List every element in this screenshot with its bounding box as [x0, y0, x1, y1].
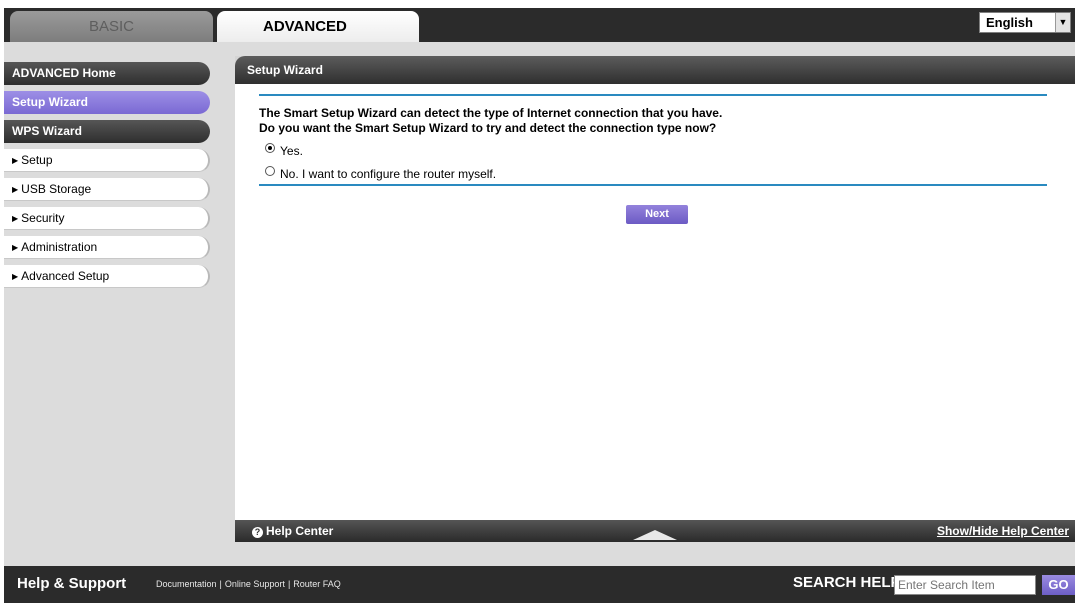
sidebar-item-security[interactable]: ▶ Security	[4, 207, 210, 230]
link-router-faq[interactable]: Router FAQ	[293, 579, 341, 589]
sidebar-item-setup-wizard[interactable]: Setup Wizard	[4, 91, 210, 114]
triangle-right-icon: ▶	[12, 156, 19, 165]
intro-line-2: Do you want the Smart Setup Wizard to tr…	[259, 121, 717, 135]
sidebar-item-wps-wizard[interactable]: WPS Wizard	[4, 120, 210, 143]
help-center-bar: ? Help Center Show/Hide Help Center	[235, 520, 1075, 542]
help-center-label: Help Center	[266, 524, 334, 538]
triangle-right-icon: ▶	[12, 272, 19, 281]
triangle-right-icon: ▶	[12, 214, 19, 223]
search-input[interactable]	[894, 575, 1036, 595]
intro-line-1: The Smart Setup Wizard can detect the ty…	[259, 106, 723, 120]
show-hide-help-link[interactable]: Show/Hide Help Center	[937, 520, 1069, 542]
language-selected: English	[986, 15, 1033, 30]
help-center-link[interactable]: ? Help Center	[252, 520, 333, 542]
sidebar-item-advanced-home[interactable]: ADVANCED Home	[4, 62, 210, 85]
option-yes[interactable]: Yes.	[265, 143, 303, 158]
footer-title: Help & Support	[17, 575, 127, 592]
link-documentation[interactable]: Documentation	[156, 579, 217, 589]
link-separator: |	[219, 579, 222, 589]
help-icon: ?	[252, 527, 263, 538]
tab-advanced[interactable]: ADVANCED	[217, 11, 419, 42]
sidebar-item-administration[interactable]: ▶ Administration	[4, 236, 210, 259]
expand-up-icon[interactable]	[633, 530, 677, 540]
next-button[interactable]: Next	[626, 205, 688, 224]
link-separator: |	[287, 579, 291, 589]
sidebar-item-setup[interactable]: ▶ Setup	[4, 149, 210, 172]
sidebar-item-advanced-setup[interactable]: ▶ Advanced Setup	[4, 265, 210, 288]
sidebar-item-label: Setup	[21, 153, 53, 167]
radio-no[interactable]	[265, 166, 275, 176]
top-tab-bar: BASIC ADVANCED	[4, 8, 1075, 42]
footer-links: Documentation | Online Support | Router FAQ	[156, 579, 341, 589]
sidebar-item-label: Security	[21, 211, 65, 225]
tab-basic[interactable]: BASIC	[10, 11, 213, 42]
sidebar: ADVANCED Home Setup Wizard WPS Wizard ▶ S…	[4, 62, 210, 294]
panel-title: Setup Wizard	[235, 56, 1075, 84]
link-online-support[interactable]: Online Support	[225, 579, 285, 589]
go-button[interactable]: GO	[1042, 575, 1075, 595]
language-select[interactable]: English ▼	[979, 12, 1071, 33]
divider-top	[259, 94, 1047, 96]
triangle-right-icon: ▶	[12, 185, 19, 194]
triangle-right-icon: ▶	[12, 243, 19, 252]
option-no-label: No. I want to configure the router mysel…	[280, 167, 497, 181]
wizard-content: The Smart Setup Wizard can detect the ty…	[235, 84, 1075, 520]
option-yes-label: Yes.	[280, 144, 303, 158]
sidebar-item-label: Administration	[21, 240, 98, 254]
option-no[interactable]: No. I want to configure the router mysel…	[265, 166, 496, 181]
divider-bottom	[259, 184, 1047, 186]
footer: Help & Support Documentation | Online Supp…	[4, 566, 1075, 603]
search-help-label: SEARCH HELP	[793, 574, 901, 591]
radio-yes[interactable]	[265, 143, 275, 153]
wizard-intro: The Smart Setup Wizard can detect the ty…	[259, 106, 722, 136]
sidebar-item-label: USB Storage	[21, 182, 92, 196]
sidebar-item-usb-storage[interactable]: ▶ USB Storage	[4, 178, 210, 201]
main-panel: Setup Wizard The Smart Setup Wizard can …	[235, 56, 1075, 542]
sidebar-item-label: Advanced Setup	[21, 269, 110, 283]
chevron-down-icon[interactable]: ▼	[1055, 13, 1070, 32]
